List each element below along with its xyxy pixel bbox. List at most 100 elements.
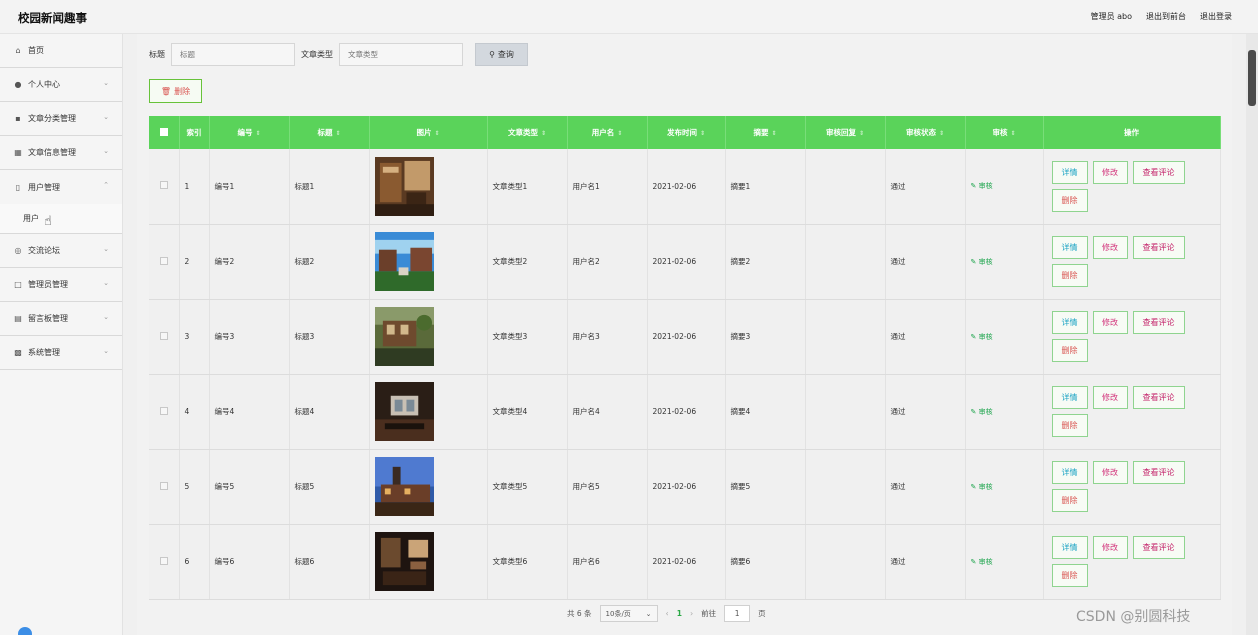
sidebar-item-user-manage[interactable]: ▯ 用户管理 ⌃ <box>0 170 122 204</box>
cell-title: 标题1 <box>289 149 370 225</box>
cell-type: 文章类型4 <box>487 374 568 450</box>
column-header[interactable]: 审核状态 ⇕ <box>885 116 966 149</box>
delete-button[interactable]: 删除 <box>1051 489 1088 512</box>
edit-button[interactable]: 修改 <box>1092 386 1128 409</box>
title-search-input[interactable] <box>171 43 295 66</box>
audit-link[interactable]: ✎ 审核 <box>971 558 993 566</box>
sidebar-item-home[interactable]: ⌂ 首页 <box>0 34 122 68</box>
delete-button[interactable]: 删除 <box>1051 414 1088 437</box>
cell-code: 编号5 <box>209 449 290 525</box>
audit-link[interactable]: ✎ 审核 <box>971 408 993 416</box>
sidebar-subitem-user[interactable]: 用户 ☝ <box>0 204 122 234</box>
type-search-input[interactable] <box>339 43 463 66</box>
delete-button[interactable]: 删除 <box>1051 564 1088 587</box>
column-header[interactable]: 图片 ⇕ <box>369 116 488 149</box>
back-to-front-link[interactable]: 退出到前台 <box>1146 11 1186 22</box>
row-checkbox[interactable] <box>159 556 168 565</box>
edit-button[interactable]: 修改 <box>1092 536 1128 559</box>
cell-audit: ✎ 审核 <box>965 299 1044 375</box>
view-comments-button[interactable]: 查看评论 <box>1132 311 1185 334</box>
cell-code: 编号4 <box>209 374 290 450</box>
cell-status: 通过 <box>885 524 966 600</box>
tag-icon: ▪ <box>15 114 21 123</box>
page-size-select[interactable]: 10条/页 ⌄ <box>599 605 658 622</box>
row-checkbox[interactable] <box>159 406 168 415</box>
edit-button[interactable]: 修改 <box>1092 461 1128 484</box>
audit-link[interactable]: ✎ 审核 <box>971 182 993 190</box>
delete-button[interactable]: 删除 <box>1051 188 1088 212</box>
sidebar-item-forum[interactable]: ◎ 交流论坛 ⌄ <box>0 234 122 268</box>
column-header[interactable]: 文章类型 ⇕ <box>487 116 568 149</box>
watermark: CSDN @别圆科技 <box>1076 609 1191 625</box>
detail-button[interactable]: 详情 <box>1051 386 1088 409</box>
edit-icon: ✎ <box>970 182 977 191</box>
detail-button[interactable]: 详情 <box>1051 311 1088 334</box>
row-checkbox[interactable] <box>159 256 168 265</box>
column-header[interactable]: 发布时间 ⇕ <box>647 116 726 149</box>
column-header[interactable]: 用户名 ⇕ <box>567 116 648 149</box>
detail-button[interactable]: 详情 <box>1051 536 1088 559</box>
prev-page-icon[interactable]: ‹ <box>666 609 669 618</box>
detail-button[interactable]: 详情 <box>1051 160 1088 184</box>
batch-delete-button[interactable]: 🗑 删除 <box>149 79 202 103</box>
sidebar-item-profile[interactable]: ● 个人中心 ⌄ <box>0 68 122 102</box>
cell-operations: 详情 修改 查看评论 删除 <box>1043 524 1221 600</box>
hand-cursor-icon: ☝ <box>44 214 52 229</box>
detail-button[interactable]: 详情 <box>1051 236 1088 259</box>
next-page-icon[interactable]: › <box>690 609 693 618</box>
goto-page-input[interactable]: 1 <box>724 605 751 622</box>
cell-index: 5 <box>179 449 210 525</box>
sidebar-item-admin[interactable]: □ 管理员管理 ⌄ <box>0 268 122 302</box>
edit-icon: ✎ <box>970 332 977 341</box>
column-header: 操作 <box>1043 116 1221 149</box>
trash-icon: 🗑 <box>160 86 172 96</box>
sidebar-item-label: 首页 <box>28 46 44 55</box>
clipboard-icon: ▯ <box>15 182 21 192</box>
logout-link[interactable]: 退出登录 <box>1200 11 1232 22</box>
vertical-scrollbar[interactable] <box>1246 34 1258 635</box>
view-comments-button[interactable]: 查看评论 <box>1132 461 1185 484</box>
edit-button[interactable]: 修改 <box>1092 160 1128 184</box>
delete-button[interactable]: 删除 <box>1051 264 1088 287</box>
row-checkbox[interactable] <box>159 481 168 490</box>
row-checkbox[interactable] <box>159 331 168 340</box>
cell-date: 2021-02-06 <box>647 299 726 375</box>
audit-link[interactable]: ✎ 审核 <box>971 258 993 266</box>
audit-link[interactable]: ✎ 审核 <box>971 483 993 491</box>
app-title: 校园新闻趣事 <box>18 11 87 25</box>
chevron-down-icon: ⌄ <box>103 113 109 121</box>
sidebar-item-system[interactable]: ▩ 系统管理 ⌄ <box>0 336 122 370</box>
view-comments-button[interactable]: 查看评论 <box>1132 236 1185 259</box>
column-header[interactable]: 审核 ⇕ <box>965 116 1044 149</box>
cell-operations: 详情 修改 查看评论 删除 <box>1043 149 1221 225</box>
query-button[interactable]: ⚲ 查询 <box>475 43 528 66</box>
search-bar: 标题 文章类型 ⚲ 查询 <box>149 43 528 66</box>
cell-index: 1 <box>179 149 210 225</box>
scrollbar-thumb[interactable] <box>1248 50 1256 106</box>
cell-summary: 摘要1 <box>725 149 806 225</box>
row-checkbox[interactable] <box>159 181 168 190</box>
cell-date: 2021-02-06 <box>647 149 726 225</box>
sidebar-item-article[interactable]: ▦ 文章信息管理 ⌄ <box>0 136 122 170</box>
view-comments-button[interactable]: 查看评论 <box>1132 386 1185 409</box>
edit-button[interactable]: 修改 <box>1092 236 1128 259</box>
view-comments-button[interactable]: 查看评论 <box>1132 160 1185 184</box>
article-thumbnail <box>374 156 487 216</box>
edit-button[interactable]: 修改 <box>1092 311 1128 334</box>
sidebar-item-board[interactable]: ▤ 留言板管理 ⌄ <box>0 302 122 336</box>
column-header[interactable]: 摘要 ⇕ <box>725 116 806 149</box>
delete-button[interactable]: 删除 <box>1051 339 1088 362</box>
goto-label: 前往 <box>701 609 717 618</box>
column-header[interactable]: 标题 ⇕ <box>289 116 370 149</box>
detail-button[interactable]: 详情 <box>1051 461 1088 484</box>
audit-link[interactable]: ✎ 审核 <box>971 333 993 341</box>
select-all-checkbox[interactable] <box>149 116 180 149</box>
column-header[interactable]: 编号 ⇕ <box>209 116 290 149</box>
cell-reply <box>805 299 886 375</box>
sidebar-item-category[interactable]: ▪ 文章分类管理 ⌄ <box>0 102 122 136</box>
column-header[interactable]: 审核回复 ⇕ <box>805 116 886 149</box>
main-content: 标题 文章类型 ⚲ 查询 🗑 删除 索引 编号⇕ 标题⇕ 图片⇕ 文章类型⇕ <box>137 34 1232 635</box>
chevron-down-icon: ⌄ <box>103 313 109 321</box>
view-comments-button[interactable]: 查看评论 <box>1132 536 1185 559</box>
current-page-number[interactable]: 1 <box>677 609 682 618</box>
